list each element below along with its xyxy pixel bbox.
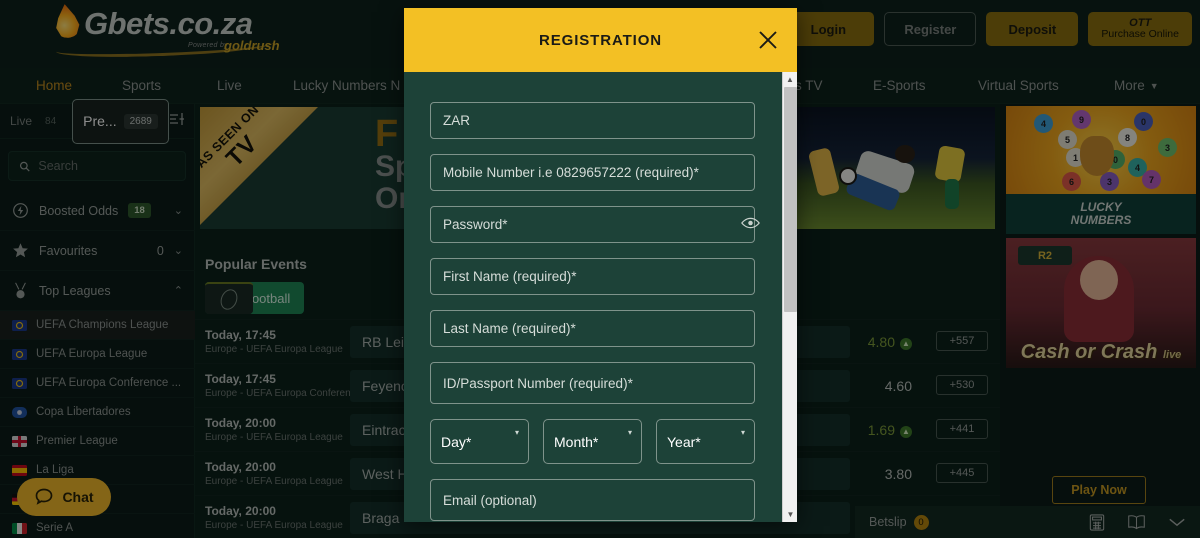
month-select[interactable]: Month* ▾	[543, 419, 642, 464]
year-select-label: Year*	[667, 433, 701, 450]
first-name-field[interactable]	[430, 258, 755, 295]
modal-body: Day* ▾ Month* ▾ Year* ▾	[404, 72, 797, 522]
app-root: Gbets.co.za Powered by goldrush Login Re…	[0, 0, 1200, 538]
modal-title: REGISTRATION	[538, 31, 663, 49]
currency-field[interactable]	[430, 102, 755, 139]
modal-scrollbar[interactable]: ▲ ▼	[782, 72, 797, 522]
close-icon[interactable]	[755, 27, 781, 53]
modal-header: REGISTRATION	[404, 8, 797, 72]
password-field[interactable]	[430, 206, 755, 243]
chevron-down-icon: ▾	[740, 428, 745, 437]
year-select[interactable]: Year* ▾	[656, 419, 755, 464]
month-select-label: Month*	[554, 433, 599, 450]
last-name-field[interactable]	[430, 310, 755, 347]
eye-icon[interactable]	[741, 216, 760, 232]
date-of-birth-group: Day* ▾ Month* ▾ Year* ▾	[430, 419, 771, 464]
chevron-down-icon: ▾	[627, 428, 632, 437]
scroll-up-arrow-icon[interactable]: ▲	[783, 72, 797, 87]
scroll-down-arrow-icon[interactable]: ▼	[783, 507, 798, 522]
password-field-wrap	[430, 206, 771, 243]
mobile-number-field[interactable]	[430, 154, 755, 191]
day-select[interactable]: Day* ▾	[430, 419, 529, 464]
day-select-label: Day*	[441, 433, 472, 450]
scrollbar-thumb[interactable]	[784, 87, 797, 312]
registration-modal: REGISTRATION ZAR Mobile Number i.e 08296…	[404, 8, 797, 522]
email-field[interactable]	[430, 479, 755, 521]
id-passport-field[interactable]	[430, 362, 755, 404]
chevron-down-icon: ▾	[514, 428, 519, 437]
